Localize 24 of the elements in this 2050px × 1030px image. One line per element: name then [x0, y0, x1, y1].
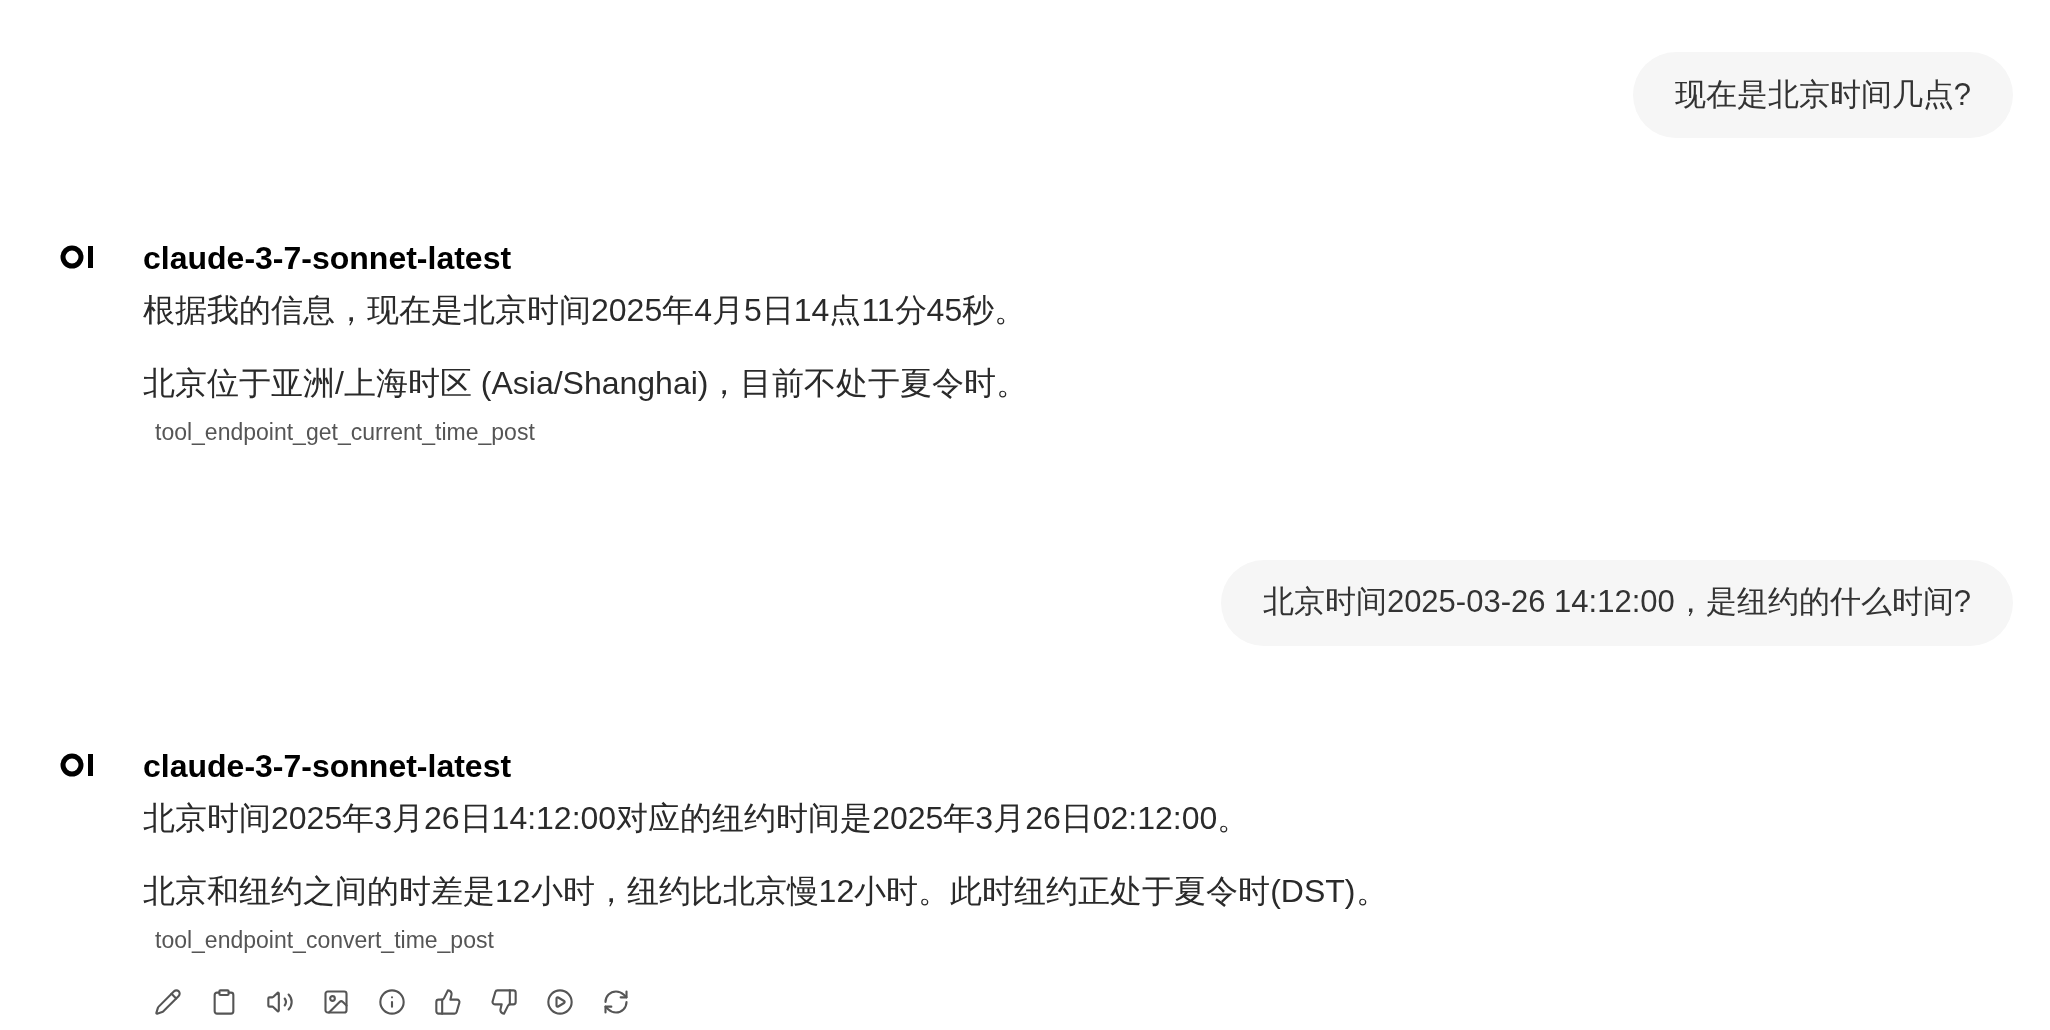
edit-icon — [154, 988, 182, 1016]
thumbs-down-icon — [490, 988, 518, 1016]
thumbs-down-button[interactable] — [489, 987, 519, 1017]
tool-call-label: tool_endpoint_convert_time_post — [155, 926, 494, 953]
play-button[interactable] — [545, 987, 575, 1017]
info-icon — [378, 988, 406, 1016]
message-paragraph: 北京时间2025年3月26日14:12:00对应的纽约时间是2025年3月26日02:12:00。 — [143, 798, 1251, 838]
tool-call-label: tool_endpoint_get_current_time_post — [155, 419, 535, 445]
message-paragraph: 北京和纽约之间的时差是12小时，纽约比北京慢12小时。此时纽约正处于夏令时(DST)。 — [143, 871, 1388, 911]
info-button[interactable] — [377, 987, 407, 1017]
regenerate-button[interactable] — [601, 987, 631, 1017]
image-icon — [322, 988, 350, 1016]
model-name: claude-3-7-sonnet-latest — [143, 746, 513, 786]
play-icon — [546, 988, 574, 1016]
edit-button[interactable] — [153, 987, 183, 1017]
message-paragraph: 根据我的信息，现在是北京时间2025年4月5日14点11分45秒。 — [143, 291, 1028, 330]
image-button[interactable] — [321, 987, 351, 1017]
thumbs-up-button[interactable] — [433, 987, 463, 1017]
regenerate-icon — [602, 988, 630, 1016]
thumbs-up-icon — [434, 988, 462, 1016]
user-message: 现在是北京时间几点? — [1632, 52, 2013, 138]
message-paragraph: 北京位于亚洲/上海时区 (Asia/Shanghai)，目前不处于夏令时。 — [143, 364, 1029, 403]
model-name: claude-3-7-sonnet-latest — [143, 239, 513, 278]
user-message: 北京时间2025-03-26 14:12:00，是纽约的什么时间? — [1220, 559, 2013, 646]
